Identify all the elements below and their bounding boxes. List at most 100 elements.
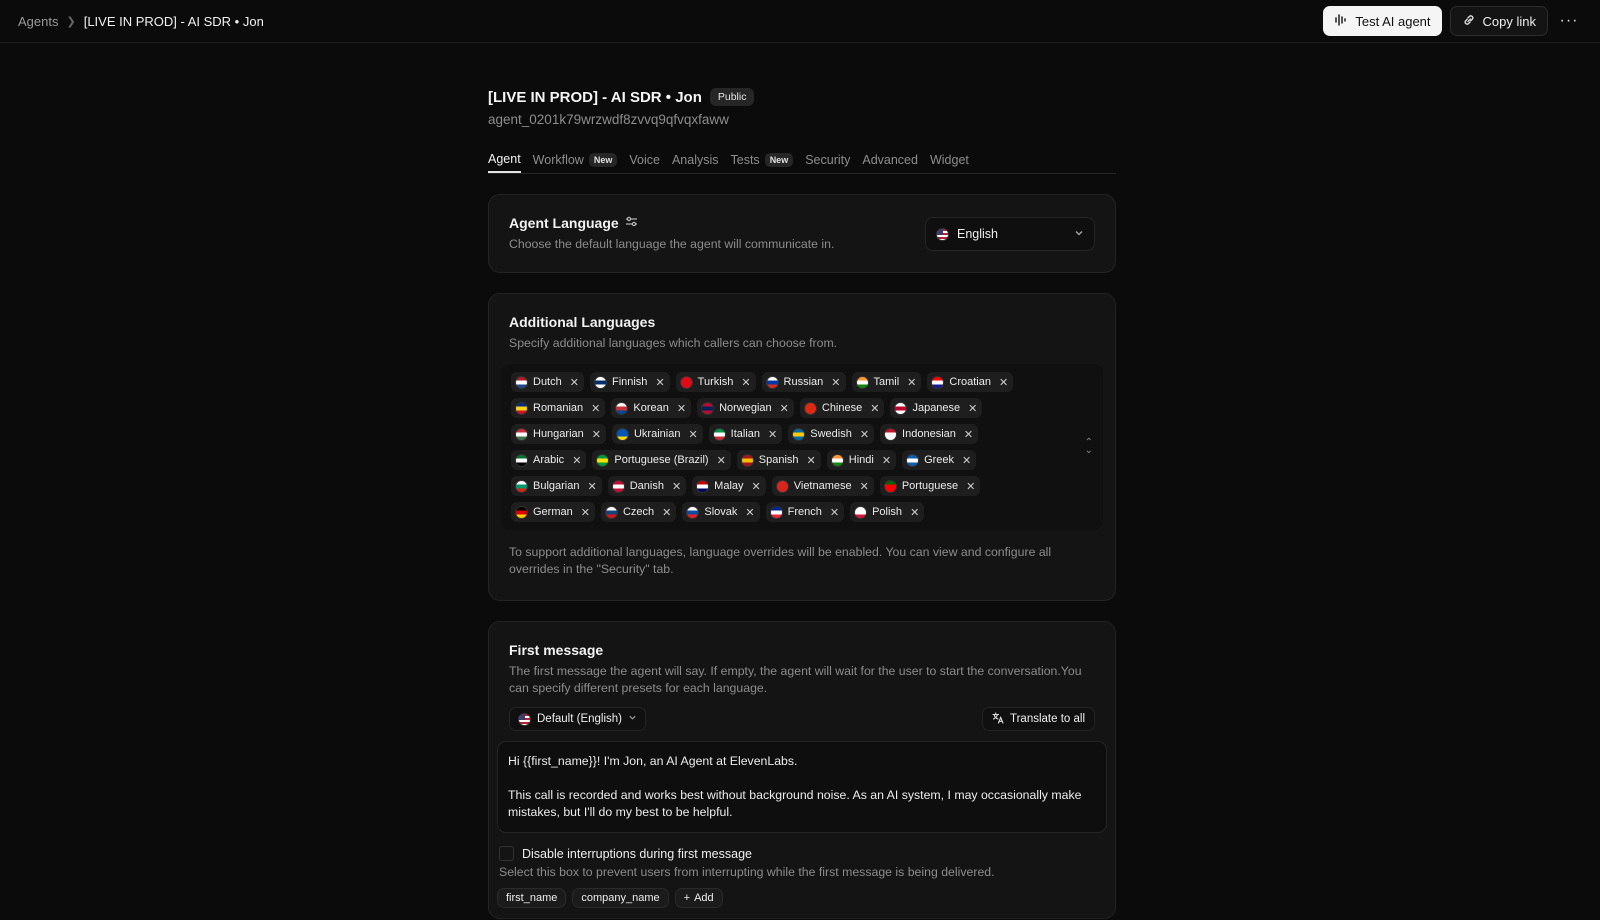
- disable-interruptions-checkbox[interactable]: [499, 846, 514, 861]
- chevron-up-down-icon[interactable]: ⌃ ⌄: [1085, 438, 1093, 456]
- tab-workflow[interactable]: Workflow New: [533, 147, 618, 173]
- remove-icon[interactable]: ✕: [860, 480, 869, 493]
- flag-icon: [515, 427, 528, 441]
- tab-label: Tests: [730, 153, 760, 167]
- language-chip-label: Chinese: [821, 402, 863, 414]
- remove-icon[interactable]: ✕: [745, 506, 754, 519]
- language-chip-label: Romanian: [533, 402, 584, 414]
- language-chip-russian: Russian ✕: [761, 372, 846, 392]
- sliders-icon[interactable]: [625, 215, 638, 231]
- language-chip-hungarian: Hungarian ✕: [511, 424, 606, 444]
- remove-icon[interactable]: ✕: [966, 480, 975, 493]
- tab-tests[interactable]: Tests New: [731, 147, 794, 173]
- remove-icon[interactable]: ✕: [968, 402, 977, 415]
- tab-label: Security: [805, 153, 851, 167]
- agent-language-card: Agent Language Choose the default langua…: [488, 194, 1116, 273]
- remove-icon[interactable]: ✕: [830, 506, 839, 519]
- remove-icon[interactable]: ✕: [741, 376, 750, 389]
- remove-icon[interactable]: ✕: [581, 506, 590, 519]
- more-options-icon[interactable]: ···: [1556, 12, 1582, 30]
- remove-icon[interactable]: ✕: [860, 428, 869, 441]
- tab-voice[interactable]: Voice: [629, 147, 660, 173]
- language-chip-label: Swedish: [810, 428, 852, 440]
- translate-to-all-button[interactable]: Translate to all: [982, 707, 1095, 731]
- remove-icon[interactable]: ✕: [655, 376, 664, 389]
- remove-icon[interactable]: ✕: [780, 402, 789, 415]
- remove-icon[interactable]: ✕: [768, 428, 777, 441]
- add-variable-button[interactable]: + Add: [674, 888, 723, 908]
- remove-icon[interactable]: ✕: [831, 376, 840, 389]
- remove-icon[interactable]: ✕: [910, 506, 919, 519]
- variable-chip-company-name[interactable]: company_name: [572, 888, 669, 908]
- remove-icon[interactable]: ✕: [999, 376, 1008, 389]
- test-ai-agent-label: Test AI agent: [1355, 13, 1431, 29]
- remove-icon[interactable]: ✕: [572, 454, 581, 467]
- test-ai-agent-button[interactable]: Test AI agent: [1323, 6, 1442, 36]
- tab-advanced[interactable]: Advanced: [862, 147, 918, 173]
- remove-icon[interactable]: ✕: [592, 428, 601, 441]
- language-chip-arabic: Arabic ✕: [511, 450, 587, 470]
- remove-icon[interactable]: ✕: [688, 428, 697, 441]
- flag-icon: [883, 479, 897, 493]
- language-chip-german: German ✕: [511, 502, 595, 522]
- flag-icon: [679, 375, 693, 389]
- language-chip-label: Arabic: [533, 454, 565, 466]
- remove-icon[interactable]: ✕: [717, 454, 726, 467]
- remove-icon[interactable]: ✕: [964, 428, 973, 441]
- breadcrumb-agents-link[interactable]: Agents: [18, 14, 58, 29]
- breadcrumb-current: [LIVE IN PROD] - AI SDR • Jon: [83, 13, 264, 29]
- remove-icon[interactable]: ✕: [752, 480, 761, 493]
- language-chip-label: Malay: [714, 480, 744, 492]
- additional-languages-note: To support additional languages, languag…: [509, 545, 1052, 576]
- disable-interruptions-row: Disable interruptions during first messa…: [499, 846, 1105, 861]
- language-chip-portuguese-brazil: Portuguese (Brazil) ✕: [592, 450, 731, 470]
- remove-icon[interactable]: ✕: [907, 376, 916, 389]
- main-content: [LIVE IN PROD] - AI SDR • Jon Public age…: [488, 88, 1116, 919]
- additional-languages-card: Additional Languages Specify additional …: [488, 293, 1116, 601]
- language-chip-ukrainian: Ukrainian ✕: [611, 424, 703, 444]
- flag-icon: [765, 375, 779, 389]
- remove-icon[interactable]: ✕: [962, 454, 971, 467]
- language-chip-label: Hungarian: [533, 428, 584, 440]
- remove-icon[interactable]: ✕: [870, 402, 879, 415]
- remove-icon[interactable]: ✕: [882, 454, 891, 467]
- language-chip-tamil: Tamil ✕: [851, 372, 922, 392]
- remove-icon[interactable]: ✕: [672, 480, 681, 493]
- remove-icon[interactable]: ✕: [807, 454, 816, 467]
- tab-analysis[interactable]: Analysis: [672, 147, 719, 173]
- agent-id[interactable]: agent_0201k79wrzwdf8zvvq9qfvqxfaww: [488, 112, 1116, 127]
- us-flag-icon: [936, 227, 949, 241]
- tab-label: Voice: [629, 153, 660, 167]
- language-chips-input[interactable]: Dutch ✕ Finnish ✕ Turkish ✕ Russian ✕ Tamil ✕ Croa…: [501, 364, 1103, 530]
- tab-agent[interactable]: Agent: [488, 147, 521, 173]
- remove-icon[interactable]: ✕: [662, 506, 671, 519]
- language-chip-label: Turkish: [697, 376, 734, 388]
- flag-icon: [515, 401, 528, 415]
- remove-icon[interactable]: ✕: [587, 480, 596, 493]
- language-chip-label: Spanish: [758, 454, 799, 466]
- disable-interruptions-description: Select this box to prevent users from in…: [499, 865, 995, 879]
- language-chip-turkish: Turkish ✕: [675, 372, 756, 392]
- tab-security[interactable]: Security: [805, 147, 850, 173]
- tab-widget[interactable]: Widget: [930, 147, 969, 173]
- remove-icon[interactable]: ✕: [677, 402, 686, 415]
- flag-icon: [906, 453, 920, 467]
- language-chip-bulgarian: Bulgarian ✕: [511, 476, 602, 496]
- copy-link-button[interactable]: Copy link: [1449, 6, 1548, 36]
- flag-icon: [792, 427, 806, 441]
- remove-icon[interactable]: ✕: [591, 402, 600, 415]
- language-chip-polish: Polish ✕: [850, 502, 925, 522]
- agent-language-select[interactable]: English: [925, 217, 1095, 251]
- language-preset-select[interactable]: Default (English): [509, 707, 647, 731]
- first-message-textarea[interactable]: Hi {{first_name}}! I'm Jon, an AI Agent …: [497, 741, 1107, 833]
- language-chip-label: Portuguese: [901, 480, 959, 492]
- flag-icon: [515, 479, 528, 493]
- language-chip-italian: Italian ✕: [708, 424, 783, 444]
- plus-icon: +: [683, 892, 691, 904]
- flag-icon: [894, 401, 908, 415]
- language-chip-label: Czech: [622, 506, 655, 518]
- variable-chip-first-name[interactable]: first_name: [497, 888, 567, 908]
- language-chip-label: Vietnamese: [793, 480, 852, 492]
- remove-icon[interactable]: ✕: [570, 376, 579, 389]
- language-chip-label: Ukrainian: [633, 428, 681, 440]
